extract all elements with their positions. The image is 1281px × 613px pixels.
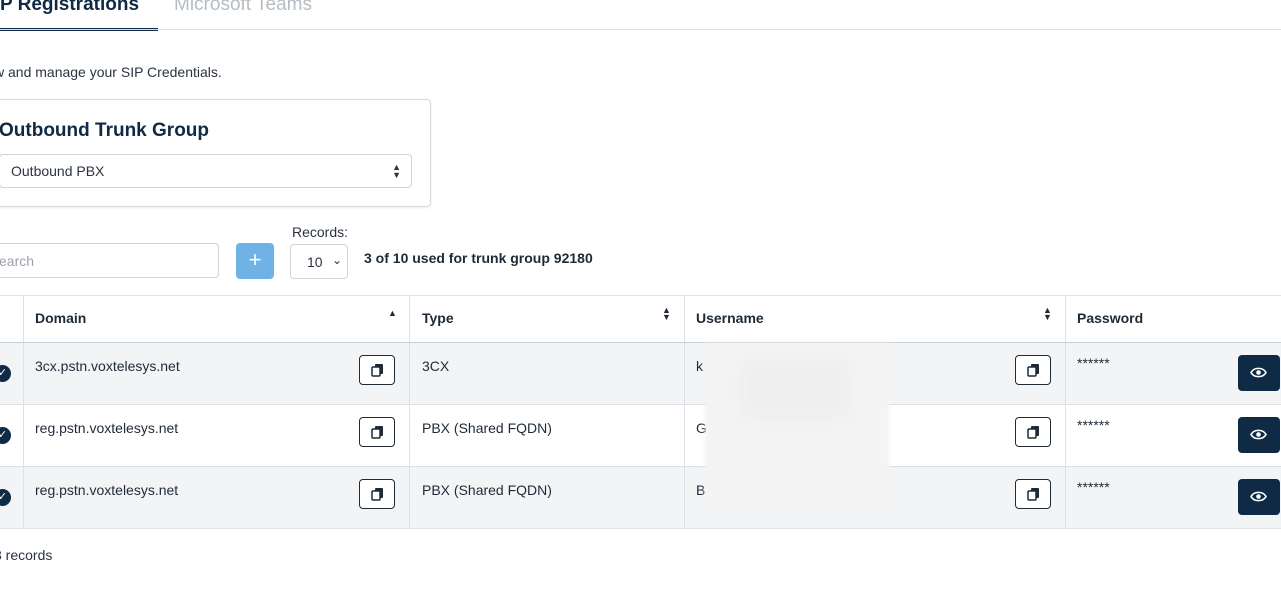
copy-username-button[interactable] bbox=[1015, 355, 1051, 385]
trunk-group-card: Outbound Trunk Group Outbound PBX ▲ ▼ bbox=[0, 99, 431, 207]
header-username[interactable]: Username bbox=[696, 310, 764, 326]
type-cell: PBX (Shared FQDN) bbox=[422, 420, 552, 436]
sort-arrows-icon: ▲ ▼ bbox=[392, 162, 401, 180]
table-row: ✓ reg.pstn.voxtelesys.net PBX (Shared FQ… bbox=[0, 405, 1281, 467]
trunk-group-selected: Outbound PBX bbox=[11, 163, 105, 179]
copy-username-button[interactable] bbox=[1015, 417, 1051, 447]
page-subtitle: w and manage your SIP Credentials. bbox=[0, 64, 222, 80]
copy-icon bbox=[371, 364, 383, 377]
show-password-button[interactable] bbox=[1238, 355, 1280, 391]
redaction-overlay-inner bbox=[740, 360, 850, 420]
check-circle-icon: ✓ bbox=[0, 365, 11, 382]
copy-domain-button[interactable] bbox=[359, 479, 395, 509]
copy-icon bbox=[1027, 364, 1039, 377]
search-input[interactable]: earch bbox=[0, 243, 219, 278]
sort-icon[interactable]: ▲ ▼ bbox=[662, 306, 671, 322]
copy-domain-button[interactable] bbox=[359, 417, 395, 447]
eye-icon bbox=[1250, 491, 1267, 502]
records-value: 10 bbox=[307, 254, 323, 270]
show-password-button[interactable] bbox=[1238, 417, 1280, 453]
copy-icon bbox=[1027, 426, 1039, 439]
trunk-group-select[interactable]: Outbound PBX ▲ ▼ bbox=[0, 154, 412, 188]
domain-cell: reg.pstn.voxtelesys.net bbox=[35, 482, 179, 498]
domain-cell: reg.pstn.voxtelesys.net bbox=[35, 420, 179, 436]
type-cell: 3CX bbox=[422, 358, 450, 374]
search-placeholder: earch bbox=[0, 253, 35, 269]
type-cell: PBX (Shared FQDN) bbox=[422, 482, 552, 498]
chevron-down-icon: ⌄ bbox=[331, 253, 342, 267]
header-password: Password bbox=[1077, 310, 1144, 326]
records-count: 3 records bbox=[0, 547, 53, 563]
tab-sip-registrations[interactable]: P Registrations bbox=[0, 0, 158, 31]
table-header: Domain ▲ Type ▲ ▼ Username ▲ ▼ Password bbox=[0, 295, 1281, 344]
sort-asc-icon[interactable]: ▲ bbox=[388, 309, 397, 318]
password-cell: ****** bbox=[1077, 417, 1110, 433]
tab-microsoft-teams[interactable]: Microsoft Teams bbox=[174, 0, 312, 28]
copy-domain-button[interactable] bbox=[359, 355, 395, 385]
eye-icon bbox=[1250, 367, 1267, 378]
table-row: ✓ reg.pstn.voxtelesys.net PBX (Shared FQ… bbox=[0, 467, 1281, 529]
domain-cell: 3cx.pstn.voxtelesys.net bbox=[35, 358, 180, 374]
username-cell: k bbox=[696, 358, 703, 374]
check-circle-icon: ✓ bbox=[0, 489, 11, 506]
username-cell: B bbox=[696, 482, 706, 498]
password-cell: ****** bbox=[1077, 355, 1110, 371]
copy-icon bbox=[1027, 488, 1039, 501]
copy-username-button[interactable] bbox=[1015, 479, 1051, 509]
check-circle-icon: ✓ bbox=[0, 427, 11, 444]
header-type[interactable]: Type bbox=[422, 310, 454, 326]
password-cell: ****** bbox=[1077, 479, 1110, 495]
add-credential-button[interactable]: + bbox=[236, 243, 274, 279]
show-password-button[interactable] bbox=[1238, 479, 1280, 515]
eye-icon bbox=[1250, 429, 1267, 440]
tab-divider bbox=[0, 29, 1281, 30]
table-row: ✓ 3cx.pstn.voxtelesys.net 3CX k ****** bbox=[0, 343, 1281, 405]
records-label: Records: bbox=[292, 224, 349, 240]
copy-icon bbox=[371, 488, 383, 501]
sort-icon[interactable]: ▲ ▼ bbox=[1043, 306, 1052, 322]
copy-icon bbox=[371, 426, 383, 439]
records-select[interactable]: 10 ⌄ bbox=[290, 244, 348, 279]
header-domain[interactable]: Domain bbox=[35, 310, 86, 326]
usage-text: 3 of 10 used for trunk group 92180 bbox=[364, 250, 593, 266]
trunk-group-title: Outbound Trunk Group bbox=[0, 120, 210, 141]
